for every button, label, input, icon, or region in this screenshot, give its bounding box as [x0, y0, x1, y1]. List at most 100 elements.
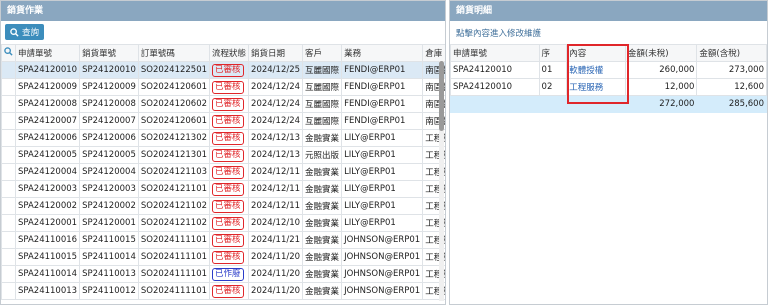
table-row[interactable]: SPA24110016 SP24110015 SO2024111101 已審核 2024…	[1, 231, 445, 249]
column-sales-date[interactable]: 銷貨日期	[248, 44, 304, 62]
customer-cell: 金融實業	[302, 163, 343, 181]
sales-table: 申請單號 銷貨單號 訂單號碼 流程狀態 銷貨日期 客戶 業務 倉庫 SPA241…	[1, 44, 445, 300]
sales-date-cell: 2024/11/20	[248, 282, 304, 300]
column-amount-gross[interactable]: 金額(含稅)	[696, 44, 767, 62]
table-row[interactable]: SPA24110015 SP24110014 SO2024111101 已審核 2024…	[1, 248, 445, 266]
status-cell: 已審核	[209, 129, 250, 147]
order-no-cell: SO2024111101	[137, 265, 211, 283]
table-row[interactable]: SPA24120009 SP24120009 SO2024120601 已審核 2024…	[1, 78, 445, 96]
table-row[interactable]: SPA24120006 SP24120006 SO2024121302 已審核 2024…	[1, 129, 445, 147]
column-content[interactable]: 內容	[566, 44, 626, 62]
status-badge: 已審核	[212, 182, 244, 196]
table-row[interactable]: SPA24120008 SP24120008 SO2024120602 已審核 2024…	[1, 95, 445, 113]
row-selector	[1, 95, 16, 113]
sales-date-cell: 2024/11/20	[248, 248, 304, 266]
table-row[interactable]: SPA24110014 SP24110013 SO2024111101 已作廢 2024…	[1, 265, 445, 283]
table-row[interactable]: SPA24120010 SP24120010 SO2024122501 已審核 2024…	[1, 61, 445, 79]
column-seq[interactable]: 序	[538, 44, 568, 62]
column-application-no[interactable]: 申請單號	[14, 44, 81, 62]
column-status[interactable]: 流程狀態	[209, 44, 250, 62]
column-amount-net[interactable]: 金額(未稅)	[624, 44, 698, 62]
detail-panel-title: 銷貨明細	[450, 1, 767, 21]
application-no-cell: SPA24120007	[14, 112, 81, 130]
detail-row[interactable]: SPA24120010 01 軟體授權 260,000 273,000	[450, 61, 767, 79]
query-button[interactable]: 查詢	[5, 24, 45, 40]
seq-cell: 01	[538, 61, 568, 79]
sales-date-cell: 2024/12/11	[248, 197, 304, 215]
table-row[interactable]: SPA24120004 SP24120004 SO2024121103 已審核 2024…	[1, 163, 445, 181]
sales-panel: 銷貨作業 查詢 申請單號 銷貨單號 訂單號碼 流程狀態 銷貨日期 客戶 業務 倉…	[0, 0, 446, 305]
sales-rep-cell: LILY@ERP01	[341, 129, 424, 147]
customer-cell: 金融實業	[302, 180, 343, 198]
customer-cell: 互麗國際	[302, 112, 343, 130]
row-selector	[1, 180, 16, 198]
sales-date-cell: 2024/11/21	[248, 231, 304, 249]
row-selector	[1, 248, 16, 266]
sales-date-cell: 2024/12/11	[248, 163, 304, 181]
sales-no-cell: SP24110012	[79, 282, 139, 300]
table-row[interactable]: SPA24120002 SP24120002 SO2024121102 已審核 2024…	[1, 197, 445, 215]
customer-cell: 金融實業	[302, 129, 343, 147]
sales-no-cell: SP24120009	[79, 78, 139, 96]
sales-rep-cell: LILY@ERP01	[341, 146, 424, 164]
customer-cell: 金融實業	[302, 231, 343, 249]
column-sales-rep[interactable]: 業務	[341, 44, 424, 62]
customer-cell: 金融實業	[302, 197, 343, 215]
sales-table-header: 申請單號 銷貨單號 訂單號碼 流程狀態 銷貨日期 客戶 業務 倉庫	[1, 44, 445, 62]
column-warehouse[interactable]: 倉庫	[422, 44, 445, 62]
table-row[interactable]: SPA24110013 SP24110012 SO2024111101 已審核 2024…	[1, 282, 445, 300]
table-row[interactable]: SPA24120005 SP24120005 SO2024121301 已審核 2024…	[1, 146, 445, 164]
sales-panel-title: 銷貨作業	[1, 1, 445, 21]
sales-date-cell: 2024/12/25	[248, 61, 304, 79]
customer-cell: 金融實業	[302, 248, 343, 266]
amount-net-cell: 12,000	[624, 78, 698, 96]
order-no-cell: SO2024120601	[137, 78, 211, 96]
content-link[interactable]: 軟體授權	[566, 61, 626, 79]
content-link[interactable]: 工程服務	[566, 78, 626, 96]
status-badge: 已審核	[212, 165, 244, 179]
application-no-cell: SPA24110014	[14, 265, 81, 283]
application-no-cell: SPA24120003	[14, 180, 81, 198]
vertical-scrollbar[interactable]	[439, 61, 444, 301]
customer-cell: 互麗國際	[302, 95, 343, 113]
customer-cell: 金融實業	[302, 282, 343, 300]
sales-no-cell: SP24120006	[79, 129, 139, 147]
application-no-cell: SPA24120010	[14, 61, 81, 79]
table-row[interactable]: SPA24120003 SP24120003 SO2024121101 已審核 2024…	[1, 180, 445, 198]
application-no-cell: SPA24110016	[14, 231, 81, 249]
application-no-cell: SPA24120010	[450, 61, 540, 79]
column-sales-no[interactable]: 銷貨單號	[79, 44, 139, 62]
status-cell: 已審核	[209, 214, 250, 232]
row-selector	[1, 197, 16, 215]
sales-rep-cell: JOHNSON@ERP01	[341, 282, 424, 300]
application-no-cell: SPA24120006	[14, 129, 81, 147]
status-badge: 已審核	[212, 131, 244, 145]
order-no-cell: SO2024111101	[137, 282, 211, 300]
sales-no-cell: SP24110014	[79, 248, 139, 266]
column-order-no[interactable]: 訂單號碼	[137, 44, 211, 62]
status-cell: 已審核	[209, 163, 250, 181]
column-search[interactable]	[1, 44, 16, 62]
column-customer[interactable]: 客戶	[302, 44, 343, 62]
row-selector	[1, 129, 16, 147]
row-selector	[1, 146, 16, 164]
status-cell: 已審核	[209, 95, 250, 113]
sales-no-cell: SP24110013	[79, 265, 139, 283]
sales-no-cell: SP24120005	[79, 146, 139, 164]
sales-rep-cell: JOHNSON@ERP01	[341, 248, 424, 266]
table-row[interactable]: SPA24120001 SP24120001 SO2024121102 已審核 2024…	[1, 214, 445, 232]
application-no-cell: SPA24110013	[14, 282, 81, 300]
sales-no-cell: SP24120003	[79, 180, 139, 198]
column-application-no[interactable]: 申請單號	[450, 44, 540, 62]
status-cell: 已審核	[209, 180, 250, 198]
sales-rep-cell: FENDI@ERP01	[341, 61, 424, 79]
sales-no-cell: SP24120001	[79, 214, 139, 232]
table-row[interactable]: SPA24120007 SP24120007 SO2024120601 已審核 2024…	[1, 112, 445, 130]
query-button-label: 查詢	[22, 28, 40, 38]
order-no-cell: SO2024120601	[137, 112, 211, 130]
scrollbar-thumb[interactable]	[439, 61, 444, 131]
application-no-cell: SPA24120009	[14, 78, 81, 96]
detail-row[interactable]: SPA24120010 02 工程服務 12,000 12,600	[450, 78, 767, 96]
order-no-cell: SO2024121101	[137, 180, 211, 198]
customer-cell: 金融實業	[302, 214, 343, 232]
